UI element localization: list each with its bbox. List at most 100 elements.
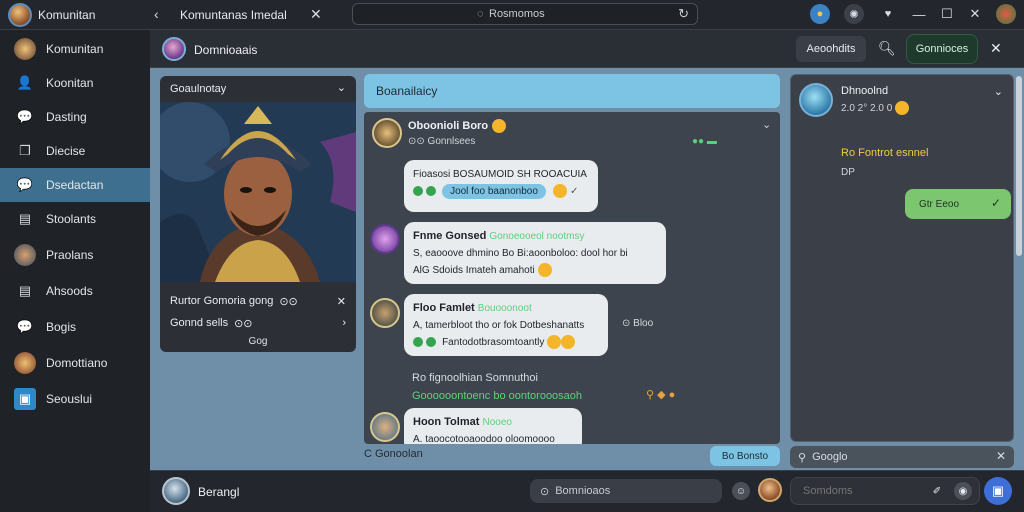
app-brand: Komunitan: [8, 3, 95, 27]
chat-header: Boanailaicy: [364, 74, 780, 108]
smile-emoji-icon: [492, 119, 506, 133]
attach-icon[interactable]: ✐: [928, 482, 946, 500]
window-close-icon[interactable]: ✕: [968, 6, 982, 22]
chat-footer-button[interactable]: Bo Bonsto: [710, 446, 780, 466]
message-list[interactable]: Oboonioli Boro ⊙⊙ Gonnlsees ●● ▬ ⌄ Fioas…: [364, 112, 780, 444]
document-icon: ▤: [18, 211, 32, 226]
settings-icon[interactable]: ✺: [844, 4, 864, 24]
detail-note: DP: [841, 167, 855, 178]
card-row[interactable]: Rurtor Gomoria gong ⊙⊙ ✕: [170, 290, 346, 312]
sidebar-item-dsedactan[interactable]: 💬 Dsedactan: [0, 168, 150, 202]
chat-footer-label[interactable]: C Gonoolan: [364, 448, 423, 460]
message-tag: Nooeo: [482, 417, 512, 428]
address-icon: ◌: [477, 8, 484, 20]
avatar[interactable]: [370, 412, 400, 442]
tab-close-icon[interactable]: ✕: [310, 6, 322, 23]
warrior-portrait-image: [160, 102, 356, 282]
message-text: Fantodotbrasomtoantly: [442, 337, 545, 348]
channel-avatar[interactable]: [162, 37, 186, 61]
search-input[interactable]: ⊙ Bomnioaos: [530, 479, 722, 503]
sidebar-item-label: Bogis: [46, 320, 77, 334]
minimize-icon[interactable]: —: [912, 7, 926, 22]
avatar[interactable]: [799, 83, 833, 117]
address-text: Rosmomos: [489, 8, 545, 20]
message-bubble: Fioasosi BOSAUMOID SH ROOACUIA Jool foo …: [404, 160, 598, 212]
sidebar-item-diecise[interactable]: ❐ Diecise: [0, 134, 150, 168]
close-icon[interactable]: ✕: [990, 40, 1002, 57]
detail-panel: Dhnoolnd 2.0 2° 2.0 0 ⌄ Ro Fontrot esnne…: [790, 74, 1014, 442]
detail-highlight: Ro Fontrot esnnel: [841, 147, 929, 159]
chevron-down-icon[interactable]: ⌄: [762, 118, 771, 131]
maximize-icon[interactable]: ☐: [940, 6, 954, 22]
sidebar-item-ahsoods[interactable]: ▤ Ahsoods: [0, 274, 150, 308]
user-avatar[interactable]: [162, 477, 190, 505]
chevron-down-icon[interactable]: ⌄: [994, 85, 1003, 98]
send-button[interactable]: ▣: [984, 477, 1012, 505]
emoji-icon[interactable]: ☺: [732, 482, 750, 500]
card-row-badge: ⊙⊙: [279, 295, 298, 308]
message-bubble: Floo Famlet Bouooonoot A, tamerbloot tho…: [404, 294, 608, 356]
search-icon: ⊙: [540, 485, 550, 498]
avatar[interactable]: [758, 478, 782, 502]
sidebar-item-stoolants[interactable]: ▤ Stoolants: [0, 202, 150, 236]
search-placeholder: Bomnioaos: [555, 485, 611, 497]
sticker-icon[interactable]: ◉: [954, 482, 972, 500]
sidebar-item-label: Praolans: [46, 248, 94, 262]
sidebar-item-seouslui[interactable]: ▣ Seouslui: [0, 382, 150, 416]
search-icon[interactable]: 🔍︎: [878, 40, 896, 57]
message-pill[interactable]: Jool foo baanonboo: [442, 184, 546, 199]
avatar: [14, 352, 36, 374]
sidebar-item-bogis[interactable]: 💬 Bogis: [0, 310, 150, 344]
laugh-emoji-icon: [552, 184, 567, 199]
profile-icon[interactable]: [996, 4, 1016, 24]
card-footer[interactable]: Gog: [170, 336, 346, 347]
message-text: Fioasosi BOSAUMOID SH ROOACUIA: [413, 169, 587, 180]
avatar[interactable]: [372, 118, 402, 148]
card-header[interactable]: Goaulnotay ⌄: [160, 76, 356, 102]
main-area: Goaulnotay ⌄ Rurtor Gomoria gong ⊙⊙ ✕ Go…: [150, 68, 1024, 470]
card-row-label: Gonnd sells: [170, 317, 229, 329]
channel-action-button[interactable]: Aeoohdits: [796, 36, 866, 62]
reaction-icons[interactable]: ⚲ ◆ ●: [646, 388, 675, 401]
message-text: S, eaooove dhmino Bo Bi:aoonboloo: dool …: [413, 248, 628, 259]
sidebar-item-label: Koonitan: [46, 76, 94, 90]
shield-icon[interactable]: ♥: [878, 4, 898, 24]
sidebar-item-dasting[interactable]: 💬 Dasting: [0, 100, 150, 134]
search-icon: ⚲: [798, 451, 807, 464]
browser-icon[interactable]: ●: [810, 4, 830, 24]
chevron-right-icon[interactable]: ›: [342, 317, 346, 329]
panel-search-input[interactable]: ⚲ Googlo ✕: [790, 446, 1014, 468]
window-controls: ● ✺ ♥ — ☐ ✕: [810, 4, 1016, 24]
sidebar: Komunitan 👤 Koonitan 💬 Dasting ❐ Diecise…: [0, 30, 150, 512]
address-bar[interactable]: ◌ Rosmomos ↻: [352, 3, 698, 25]
sidebar-item-domottiano[interactable]: Domottiano: [0, 346, 150, 380]
reaction-icon[interactable]: ✓: [570, 186, 578, 197]
card-row[interactable]: Gonnd sells ⊙⊙ ›: [170, 312, 346, 334]
close-icon[interactable]: ✕: [996, 449, 1006, 463]
status-dot-icon: [426, 337, 436, 348]
scrollbar[interactable]: [1016, 76, 1022, 256]
system-message: Ro fignoolhian Somnuthoi: [412, 372, 538, 384]
chat-icon: 💬: [16, 319, 34, 334]
message-text: Gtr Eeoo: [919, 198, 960, 210]
sidebar-item-koonitan[interactable]: 👤 Koonitan: [0, 66, 150, 100]
reaction-count[interactable]: ⊙ Bloo: [622, 318, 653, 329]
title-bar: Komunitan ‹ Komuntanas Imedal ✕ ◌ Rosmom…: [0, 0, 1024, 30]
search-placeholder: Googlo: [812, 451, 848, 463]
channel-primary-button[interactable]: Gonnioces: [906, 34, 978, 64]
copy-icon: ❐: [19, 143, 31, 158]
card-row-badge: ⊙⊙: [234, 317, 253, 330]
sidebar-item-praolans[interactable]: Praolans: [0, 238, 150, 272]
person-icon: 👤: [16, 75, 34, 90]
sidebar-item-komunitan[interactable]: Komunitan: [0, 32, 150, 66]
message-input[interactable]: [790, 477, 980, 505]
status-dot-icon: [413, 337, 423, 348]
back-icon[interactable]: ‹: [154, 6, 159, 22]
avatar[interactable]: [370, 224, 400, 254]
close-icon[interactable]: ✕: [337, 295, 346, 308]
avatar[interactable]: [370, 298, 400, 328]
chevron-down-icon[interactable]: ⌄: [337, 81, 346, 94]
reload-icon[interactable]: ↻: [678, 6, 689, 22]
window-title: Komuntanas Imedal: [180, 8, 287, 22]
outgoing-message-bubble: Gtr Eeoo ✓: [905, 189, 1011, 219]
